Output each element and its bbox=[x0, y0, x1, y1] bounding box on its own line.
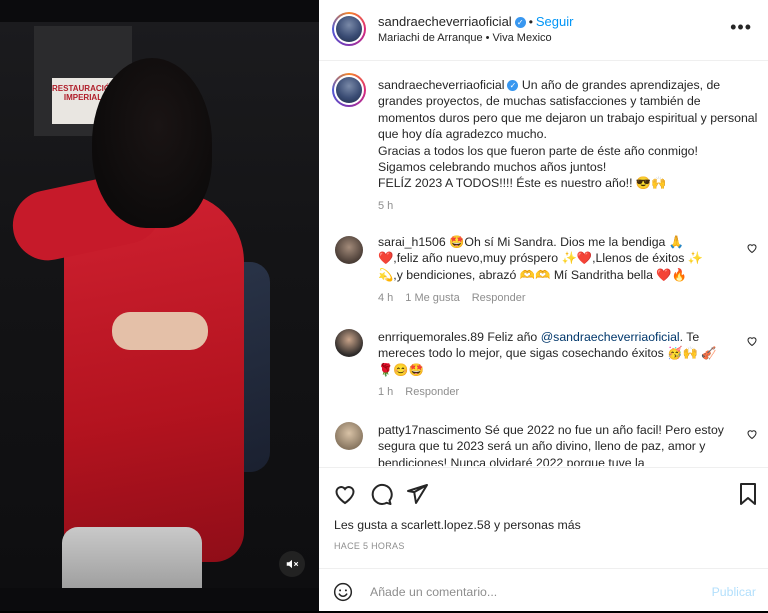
separator-dot: • bbox=[528, 15, 533, 29]
author-avatar[interactable] bbox=[332, 12, 366, 46]
audio-separator: • bbox=[485, 32, 490, 44]
location-link[interactable]: Viva Mexico bbox=[493, 32, 552, 44]
glitter-boots bbox=[62, 527, 202, 588]
comment-mention[interactable]: @sandraecheverriaoficial bbox=[541, 330, 680, 344]
comment-time[interactable]: 1 h bbox=[378, 386, 393, 398]
post-media[interactable]: RESTAURACIÓN IMPERIAL bbox=[0, 0, 319, 611]
post-side-panel: sandraecheverriaoficial ✓ • Seguir Mariachi… bbox=[319, 0, 768, 611]
post-actions: Les gusta a scarlett.lopez.58 y personas… bbox=[319, 467, 768, 612]
more-options-button[interactable]: ••• bbox=[730, 17, 752, 38]
comment-item: patty17nascimento Sé que 2022 no fue un … bbox=[378, 422, 728, 466]
comment-input[interactable]: Añade un comentario... bbox=[370, 585, 497, 599]
verified-badge-icon: ✓ bbox=[514, 17, 526, 29]
mute-button[interactable] bbox=[279, 551, 305, 577]
comment-likes[interactable]: 1 Me gusta bbox=[405, 292, 459, 304]
comment-time[interactable]: 4 h bbox=[378, 292, 393, 304]
like-comment-heart-icon[interactable] bbox=[746, 335, 758, 347]
comment-username[interactable]: patty17nascimento bbox=[378, 423, 481, 437]
comment-meta: 4 h 1 Me gusta Responder bbox=[378, 292, 538, 304]
add-comment-bar: Añade un comentario... Publicar bbox=[319, 568, 768, 613]
caption-text: Un año de grandes aprendizajes, de grand… bbox=[378, 78, 758, 191]
commenter-avatar[interactable] bbox=[335, 329, 363, 357]
like-comment-heart-icon[interactable] bbox=[746, 428, 758, 440]
share-send-icon[interactable] bbox=[405, 482, 429, 506]
reply-button[interactable]: Responder bbox=[472, 292, 526, 304]
reply-button[interactable]: Responder bbox=[405, 386, 459, 398]
like-heart-icon[interactable] bbox=[333, 482, 357, 506]
post-caption: sandraecheverriaoficial ✓ Un año de grand… bbox=[378, 77, 758, 192]
commenter-avatar[interactable] bbox=[335, 422, 363, 450]
verified-badge-icon: ✓ bbox=[507, 80, 519, 92]
commenter-avatar[interactable] bbox=[335, 236, 363, 264]
caption-avatar[interactable] bbox=[332, 73, 366, 107]
comment-username[interactable]: enrriquemorales.89 bbox=[378, 330, 484, 344]
likes-summary[interactable]: Les gusta a scarlett.lopez.58 y personas… bbox=[334, 518, 581, 532]
post-timestamp[interactable]: HACE 5 HORAS bbox=[334, 541, 405, 551]
audio-link[interactable]: Mariachi de Arranque bbox=[378, 32, 483, 44]
speaker-muted-icon bbox=[286, 559, 299, 569]
comment-text: Feliz año bbox=[487, 330, 541, 344]
post-photo[interactable]: RESTAURACIÓN IMPERIAL bbox=[0, 22, 319, 588]
like-comment-heart-icon[interactable] bbox=[746, 242, 758, 254]
header-user-line: sandraecheverriaoficial ✓ • Seguir bbox=[378, 14, 573, 29]
comment-item: sarai_h1506 🤩Oh sí Mi Sandra. Dios me la… bbox=[378, 234, 728, 283]
comment-meta: 1 h Responder bbox=[378, 386, 471, 398]
comment-item: enrriquemorales.89 Feliz año @sandraeche… bbox=[378, 329, 728, 378]
header-subline: Mariachi de Arranque • Viva Mexico bbox=[378, 32, 552, 44]
publish-button[interactable]: Publicar bbox=[712, 585, 756, 599]
follow-button[interactable]: Seguir bbox=[536, 14, 574, 29]
post-header: sandraecheverriaoficial ✓ • Seguir Mariachi… bbox=[319, 0, 768, 61]
save-bookmark-icon[interactable] bbox=[736, 482, 760, 506]
comment-username[interactable]: sarai_h1506 bbox=[378, 235, 446, 249]
comments-scroll-area[interactable]: sandraecheverriaoficial ✓ Un año de grand… bbox=[319, 61, 768, 466]
caption-username[interactable]: sandraecheverriaoficial bbox=[378, 78, 504, 92]
emoji-picker-icon[interactable] bbox=[333, 582, 353, 602]
instagram-post-dialog: RESTAURACIÓN IMPERIAL sandraecheverriaof… bbox=[0, 0, 768, 611]
caption-time[interactable]: 5 h bbox=[378, 200, 393, 212]
dress-cutout bbox=[112, 312, 208, 350]
hair bbox=[92, 58, 212, 228]
comment-bubble-icon[interactable] bbox=[369, 482, 393, 506]
author-username[interactable]: sandraecheverriaoficial bbox=[378, 14, 512, 29]
